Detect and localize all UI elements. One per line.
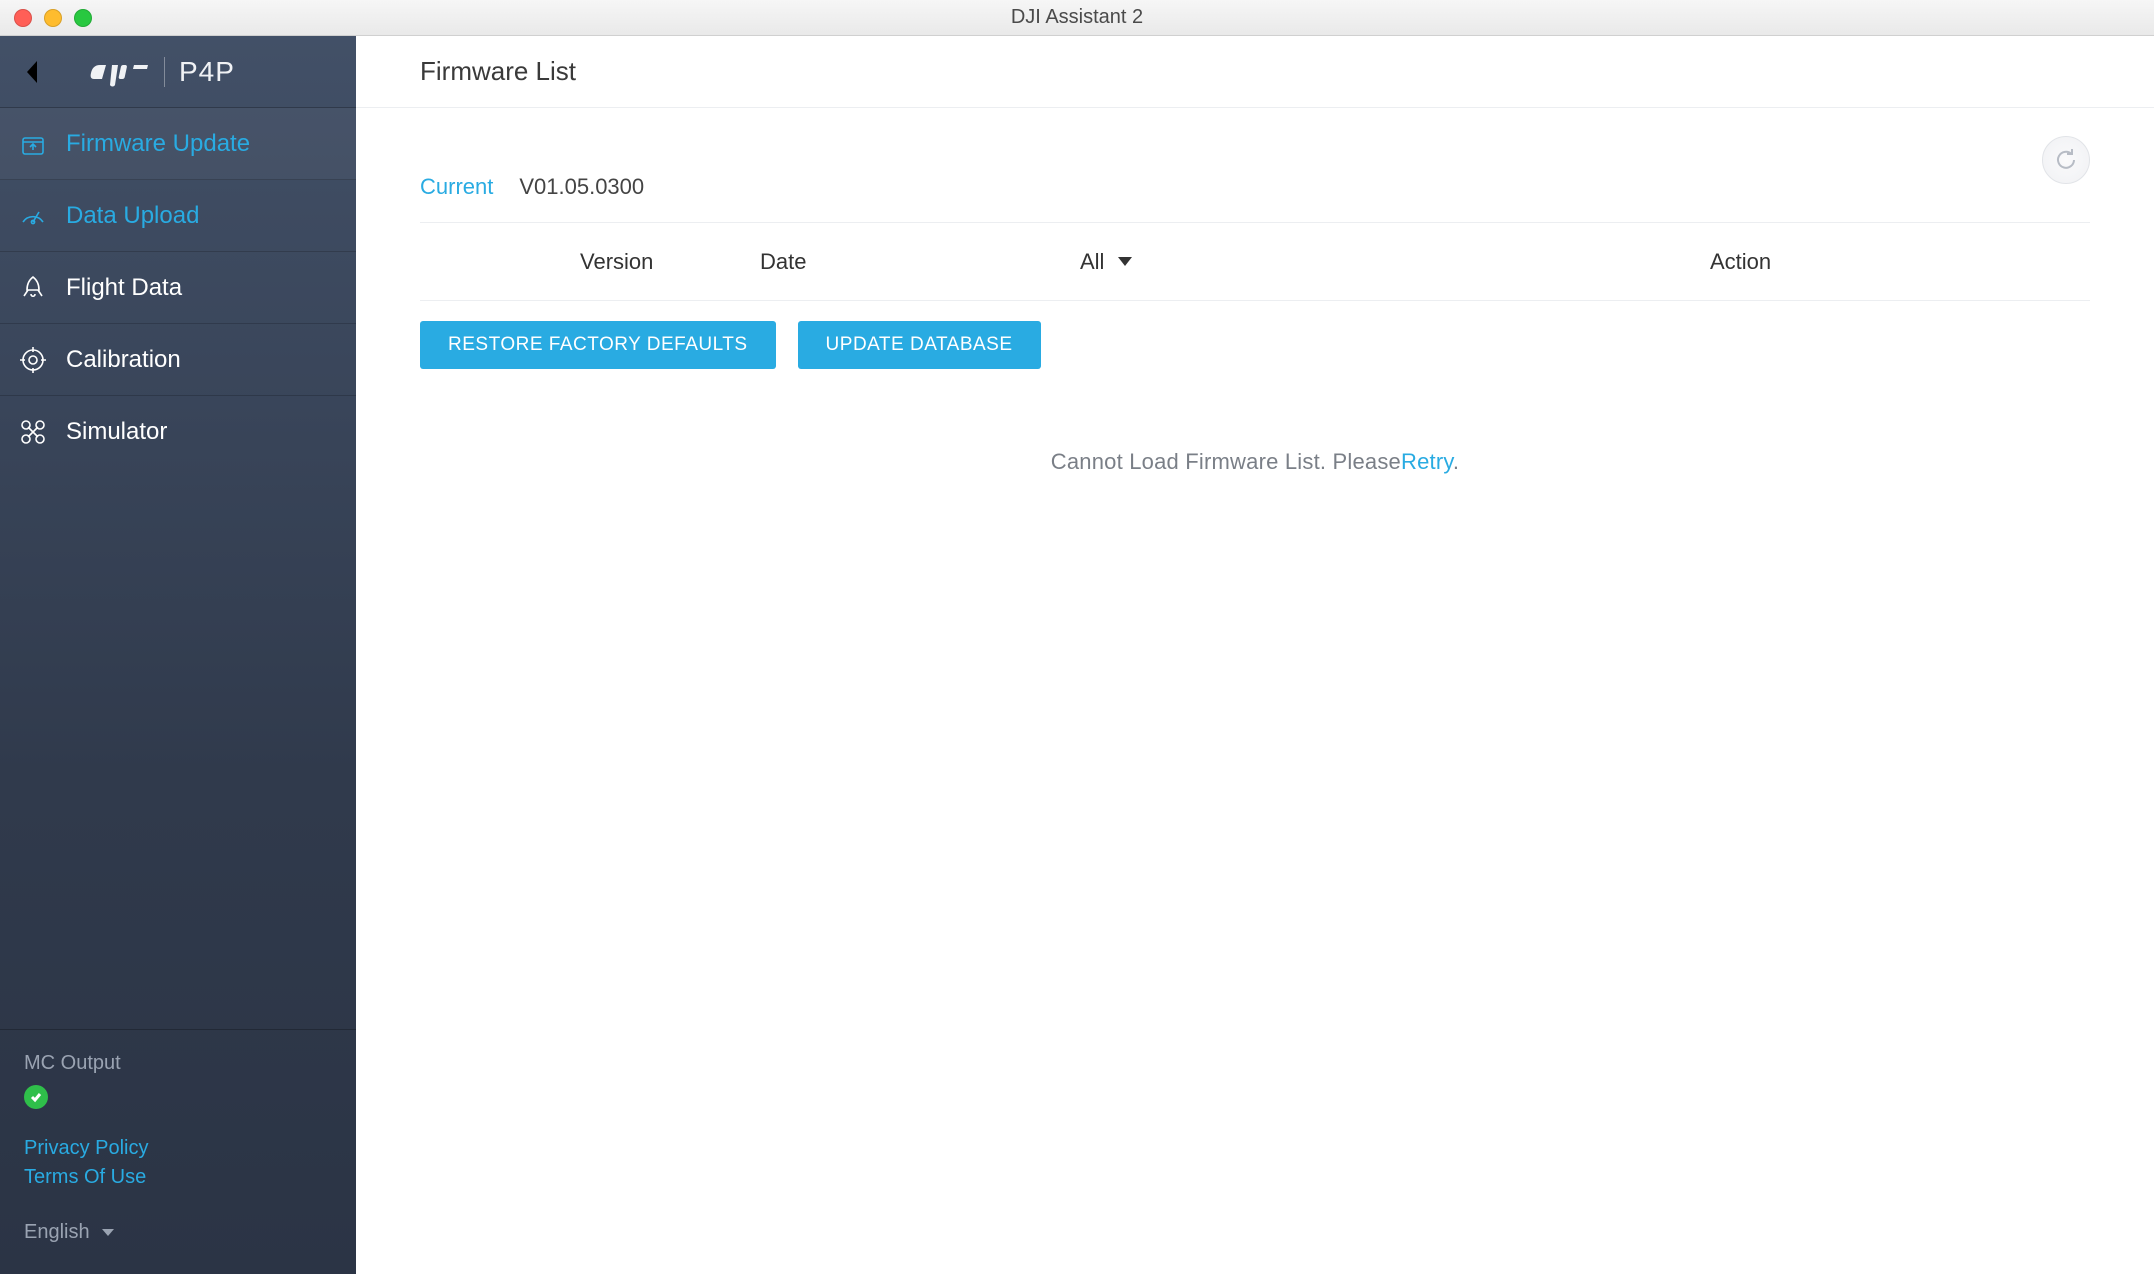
dji-logo-icon: [88, 57, 150, 87]
column-filter-dropdown[interactable]: All: [1080, 249, 1560, 275]
window-titlebar: DJI Assistant 2: [0, 0, 2154, 36]
privacy-policy-link[interactable]: Privacy Policy: [24, 1137, 332, 1160]
column-version: Version: [420, 249, 760, 275]
current-firmware-row: Current V01.05.0300: [420, 148, 2090, 223]
sidebar-footer: MC Output Privacy Policy Terms Of Use En…: [0, 1029, 356, 1274]
target-icon: [18, 345, 48, 375]
column-filter-label: All: [1080, 249, 1104, 275]
sidebar-item-label: Flight Data: [66, 274, 182, 302]
restore-factory-defaults-button[interactable]: RESTORE FACTORY DEFAULTS: [420, 321, 776, 369]
chevron-down-icon: [102, 1229, 114, 1236]
gauge-icon: [18, 201, 48, 231]
page-title: Firmware List: [420, 56, 576, 87]
language-select[interactable]: English: [24, 1221, 332, 1244]
back-button[interactable]: [16, 55, 50, 89]
brand-product: P4P: [179, 56, 235, 88]
sidebar-item-label: Simulator: [66, 418, 167, 446]
chevron-down-icon: [1118, 257, 1132, 266]
language-label: English: [24, 1221, 90, 1244]
window-minimize-button[interactable]: [44, 9, 62, 27]
sidebar-item-label: Calibration: [66, 346, 181, 374]
current-version: V01.05.0300: [519, 174, 644, 200]
retry-link[interactable]: Retry: [1401, 449, 1453, 474]
sidebar-item-simulator[interactable]: Simulator: [0, 396, 356, 468]
action-button-row: RESTORE FACTORY DEFAULTS UPDATE DATABASE: [420, 321, 2090, 369]
sidebar-item-calibration[interactable]: Calibration: [0, 324, 356, 396]
sidebar-header: P4P: [0, 36, 356, 108]
sidebar-item-firmware-update[interactable]: Firmware Update: [0, 108, 356, 180]
content-body: Current V01.05.0300 Version Date All Act…: [356, 108, 2154, 1274]
sidebar: P4P Firmware Update Data Upload Flig: [0, 36, 356, 1274]
mc-output-label: MC Output: [24, 1052, 332, 1075]
current-label: Current: [420, 174, 493, 200]
brand: P4P: [88, 56, 235, 88]
window-maximize-button[interactable]: [74, 9, 92, 27]
window-close-button[interactable]: [14, 9, 32, 27]
sidebar-item-label: Firmware Update: [66, 130, 250, 158]
firmware-table-header: Version Date All Action: [420, 223, 2090, 301]
error-text-prefix: Cannot Load Firmware List. Please: [1051, 449, 1401, 474]
column-date: Date: [760, 249, 1080, 275]
error-text-suffix: .: [1453, 449, 1459, 474]
content-header: Firmware List: [356, 36, 2154, 108]
refresh-button[interactable]: [2042, 136, 2090, 184]
sidebar-item-flight-data[interactable]: Flight Data: [0, 252, 356, 324]
sidebar-nav: Firmware Update Data Upload Flight Data …: [0, 108, 356, 468]
drone-icon: [18, 417, 48, 447]
traffic-lights: [0, 9, 92, 27]
window-title: DJI Assistant 2: [0, 6, 2154, 29]
sidebar-item-data-upload[interactable]: Data Upload: [0, 180, 356, 252]
sidebar-item-label: Data Upload: [66, 202, 199, 230]
update-database-button[interactable]: UPDATE DATABASE: [798, 321, 1041, 369]
column-action: Action: [1560, 249, 2090, 275]
content: Firmware List Current V01.05.0300 Versio…: [356, 36, 2154, 1274]
package-up-icon: [18, 129, 48, 159]
load-error-message: Cannot Load Firmware List. PleaseRetry.: [420, 449, 2090, 475]
mc-output-status-ok-icon: [24, 1085, 48, 1109]
rocket-icon: [18, 273, 48, 303]
terms-of-use-link[interactable]: Terms Of Use: [24, 1166, 332, 1189]
brand-divider: [164, 57, 165, 87]
